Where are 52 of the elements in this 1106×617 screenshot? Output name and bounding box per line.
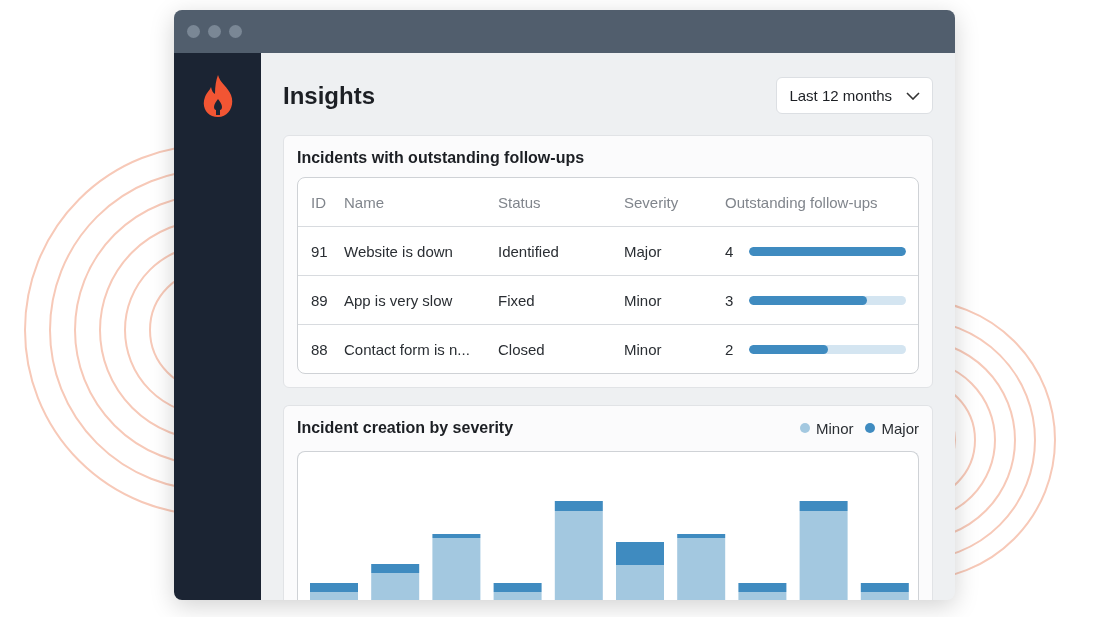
- table-cell-text: 91: [311, 242, 329, 260]
- window-control-icon[interactable]: [208, 25, 221, 38]
- minor-bar-segment: [860, 592, 909, 600]
- major-bar-segment: [677, 534, 726, 538]
- major-bar-segment: [493, 583, 542, 592]
- legend-label: Major: [881, 419, 919, 437]
- window-control-icon[interactable]: [229, 25, 242, 38]
- legend-label: Minor: [815, 419, 854, 437]
- period-dropdown[interactable]: Last 12 months: [776, 77, 933, 114]
- minor-bar-segment: [738, 592, 787, 600]
- major-bar-segment: [310, 583, 358, 592]
- table-cell-text: Fixed: [498, 291, 536, 309]
- major-bar-segment: [738, 583, 787, 592]
- window-control-icon[interactable]: [187, 25, 200, 38]
- major-bar-segment: [860, 583, 909, 592]
- table-cell: 4: [725, 242, 735, 260]
- table-cell-text: Identified: [498, 242, 560, 260]
- major-bar-segment: [616, 542, 664, 565]
- table-cell-text: Minor: [624, 340, 663, 358]
- major-bar-segment: [554, 501, 603, 511]
- column-header: Severity: [624, 193, 680, 211]
- flame-logo-icon[interactable]: [201, 75, 234, 117]
- column-header: Outstanding follow-ups: [725, 193, 879, 211]
- column-header: ID: [311, 193, 327, 211]
- table-row[interactable]: 88 Contact form is n... Closed Minor 2: [298, 324, 918, 373]
- minor-bar-segment: [432, 538, 481, 600]
- table-row[interactable]: 89 App is very slow Fixed Minor 3: [298, 275, 918, 324]
- table-cell-text: App is very slow: [344, 291, 454, 309]
- table-cell: 3: [725, 291, 735, 309]
- page-title: Insights: [283, 81, 375, 110]
- table-cell: 2: [725, 340, 735, 358]
- major-bar-segment: [799, 501, 848, 511]
- minor-bar-segment: [616, 565, 664, 600]
- table-row[interactable]: 91 Website is down Identified Major 4: [298, 226, 918, 275]
- table-cell-text: 88: [311, 340, 329, 358]
- table-cell-text: Minor: [624, 291, 663, 309]
- table-cell-text: 89: [311, 291, 329, 309]
- table-cell-text: Website is down: [344, 242, 454, 260]
- minor-bar-segment: [493, 592, 542, 600]
- column-header: Status: [498, 193, 542, 211]
- minor-bar-segment: [371, 573, 420, 600]
- table-cell-text: Major: [624, 242, 663, 260]
- table-cell-text: Closed: [498, 340, 546, 358]
- minor-bar-segment: [310, 592, 358, 600]
- card-title: Incident creation by severity: [297, 419, 514, 437]
- major-bar-segment: [432, 534, 481, 538]
- chevron-down-icon: [906, 91, 920, 100]
- minor-bar-segment: [677, 538, 726, 600]
- card-title: Incidents with outstanding follow-ups: [297, 149, 586, 167]
- column-header: Name: [344, 193, 385, 211]
- major-bar-segment: [371, 564, 420, 573]
- table-cell-text: Contact form is n...: [344, 340, 471, 358]
